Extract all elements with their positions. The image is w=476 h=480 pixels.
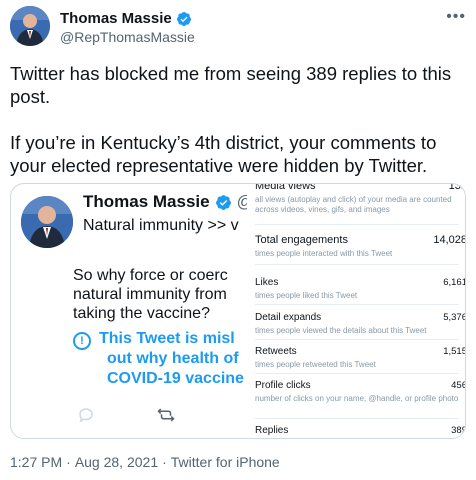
embedded-author-name: Thomas Massie <box>83 192 210 211</box>
stat-engagements-label: Total engagements <box>255 234 348 246</box>
stat-profile-label: Profile clicks <box>255 380 311 391</box>
stat-profile-clicks: Profile clicks 456 number of clicks on y… <box>255 380 466 404</box>
embedded-notice-line-2: out why health of <box>107 350 239 367</box>
retweet-icon <box>157 408 175 422</box>
stat-replies: Replies 389 <box>255 425 466 436</box>
stat-profile-value: 456 <box>451 380 466 391</box>
tweet-header: Thomas Massie @RepThomasMassie ••• <box>10 6 466 48</box>
divider <box>255 373 459 374</box>
analytics-panel: Media views 131 all views (autoplay and … <box>247 183 466 438</box>
stat-likes-desc: times people liked this Tweet <box>255 291 358 300</box>
tweet-time[interactable]: 1:27 PM <box>10 454 62 470</box>
embedded-body: So why force or coerc natural immunity f… <box>73 266 228 323</box>
stat-replies-value: 389 <box>451 425 466 436</box>
tweet-metadata: 1:27 PM · Aug 28, 2021 · Twitter for iPh… <box>10 454 280 470</box>
tweet-date[interactable]: Aug 28, 2021 <box>75 454 158 470</box>
separator: · <box>66 454 71 470</box>
embedded-body-line-2: natural immunity from <box>73 286 227 303</box>
stat-media-views-label: Media views <box>255 183 316 192</box>
stat-media-views-desc: all views (autoplay and click) of your m… <box>255 195 452 214</box>
stat-detail-label: Detail expands <box>255 312 322 323</box>
stat-engagements-value: 14,028 <box>433 234 466 246</box>
tweet-paragraph-2: If you’re in Kentucky’s 4th district, yo… <box>10 132 437 176</box>
stat-likes: Likes 6,161 times people liked this Twee… <box>255 277 466 301</box>
stat-profile-desc: number of clicks on your name, @handle, … <box>255 394 459 403</box>
separator: · <box>162 454 167 470</box>
tweet-text: Twitter has blocked me from seeing 389 r… <box>10 62 466 177</box>
author-name-row: Thomas Massie <box>60 10 192 27</box>
embedded-notice-line-1: This Tweet is misl <box>99 330 235 347</box>
author-avatar[interactable] <box>10 6 50 46</box>
embedded-tweet-screenshot: Thomas Massie @I Natural immunity >> v S… <box>11 184 259 438</box>
stat-total-engagements: Total engagements 14,028 times people in… <box>255 234 466 259</box>
tweet-media-image[interactable]: Thomas Massie @I Natural immunity >> v S… <box>10 183 466 439</box>
author-name[interactable]: Thomas Massie <box>60 10 172 27</box>
embedded-body-line-3: taking the vaccine? <box>73 305 210 322</box>
stat-detail-desc: times people viewed the details about th… <box>255 326 427 335</box>
divider <box>255 339 459 340</box>
author-handle[interactable]: @RepThomasMassie <box>60 29 195 45</box>
divider <box>255 304 459 305</box>
tweet-source[interactable]: Twitter for iPhone <box>171 454 280 470</box>
embedded-avatar <box>21 196 73 248</box>
embedded-verified-badge-icon <box>215 194 231 210</box>
stat-retweets-desc: times people retweeted this Tweet <box>255 360 376 369</box>
more-options-icon[interactable]: ••• <box>446 8 466 26</box>
stat-likes-label: Likes <box>255 277 279 288</box>
verified-badge-icon <box>176 11 191 26</box>
divider <box>255 418 459 419</box>
stat-engagements-desc: times people interacted with this Tweet <box>255 249 393 258</box>
stat-detail-expands: Detail expands 5,376 times people viewed… <box>255 312 466 336</box>
embedded-notice-line-3: COVID-19 vaccine <box>107 370 244 387</box>
stat-media-views-value: 131 <box>448 183 466 192</box>
reply-icon <box>79 408 93 423</box>
stat-likes-value: 6,161 <box>443 277 466 288</box>
divider <box>255 264 459 265</box>
embedded-name-row: Thomas Massie @I <box>83 192 259 212</box>
stat-detail-value: 5,376 <box>443 312 466 323</box>
stat-replies-label: Replies <box>255 425 289 436</box>
stat-media-views: Media views 131 all views (autoplay and … <box>255 183 466 215</box>
tweet-paragraph-1: Twitter has blocked me from seeing 389 r… <box>10 63 452 107</box>
stat-retweets: Retweets 1,515 times people retweeted th… <box>255 346 466 370</box>
embedded-subline: Natural immunity >> v <box>83 217 239 234</box>
embedded-body-line-1: So why force or coerc <box>73 267 228 284</box>
divider <box>255 224 459 225</box>
stat-retweets-value: 1,515 <box>443 346 466 357</box>
stat-retweets-label: Retweets <box>255 346 297 357</box>
info-icon: ! <box>73 332 91 350</box>
